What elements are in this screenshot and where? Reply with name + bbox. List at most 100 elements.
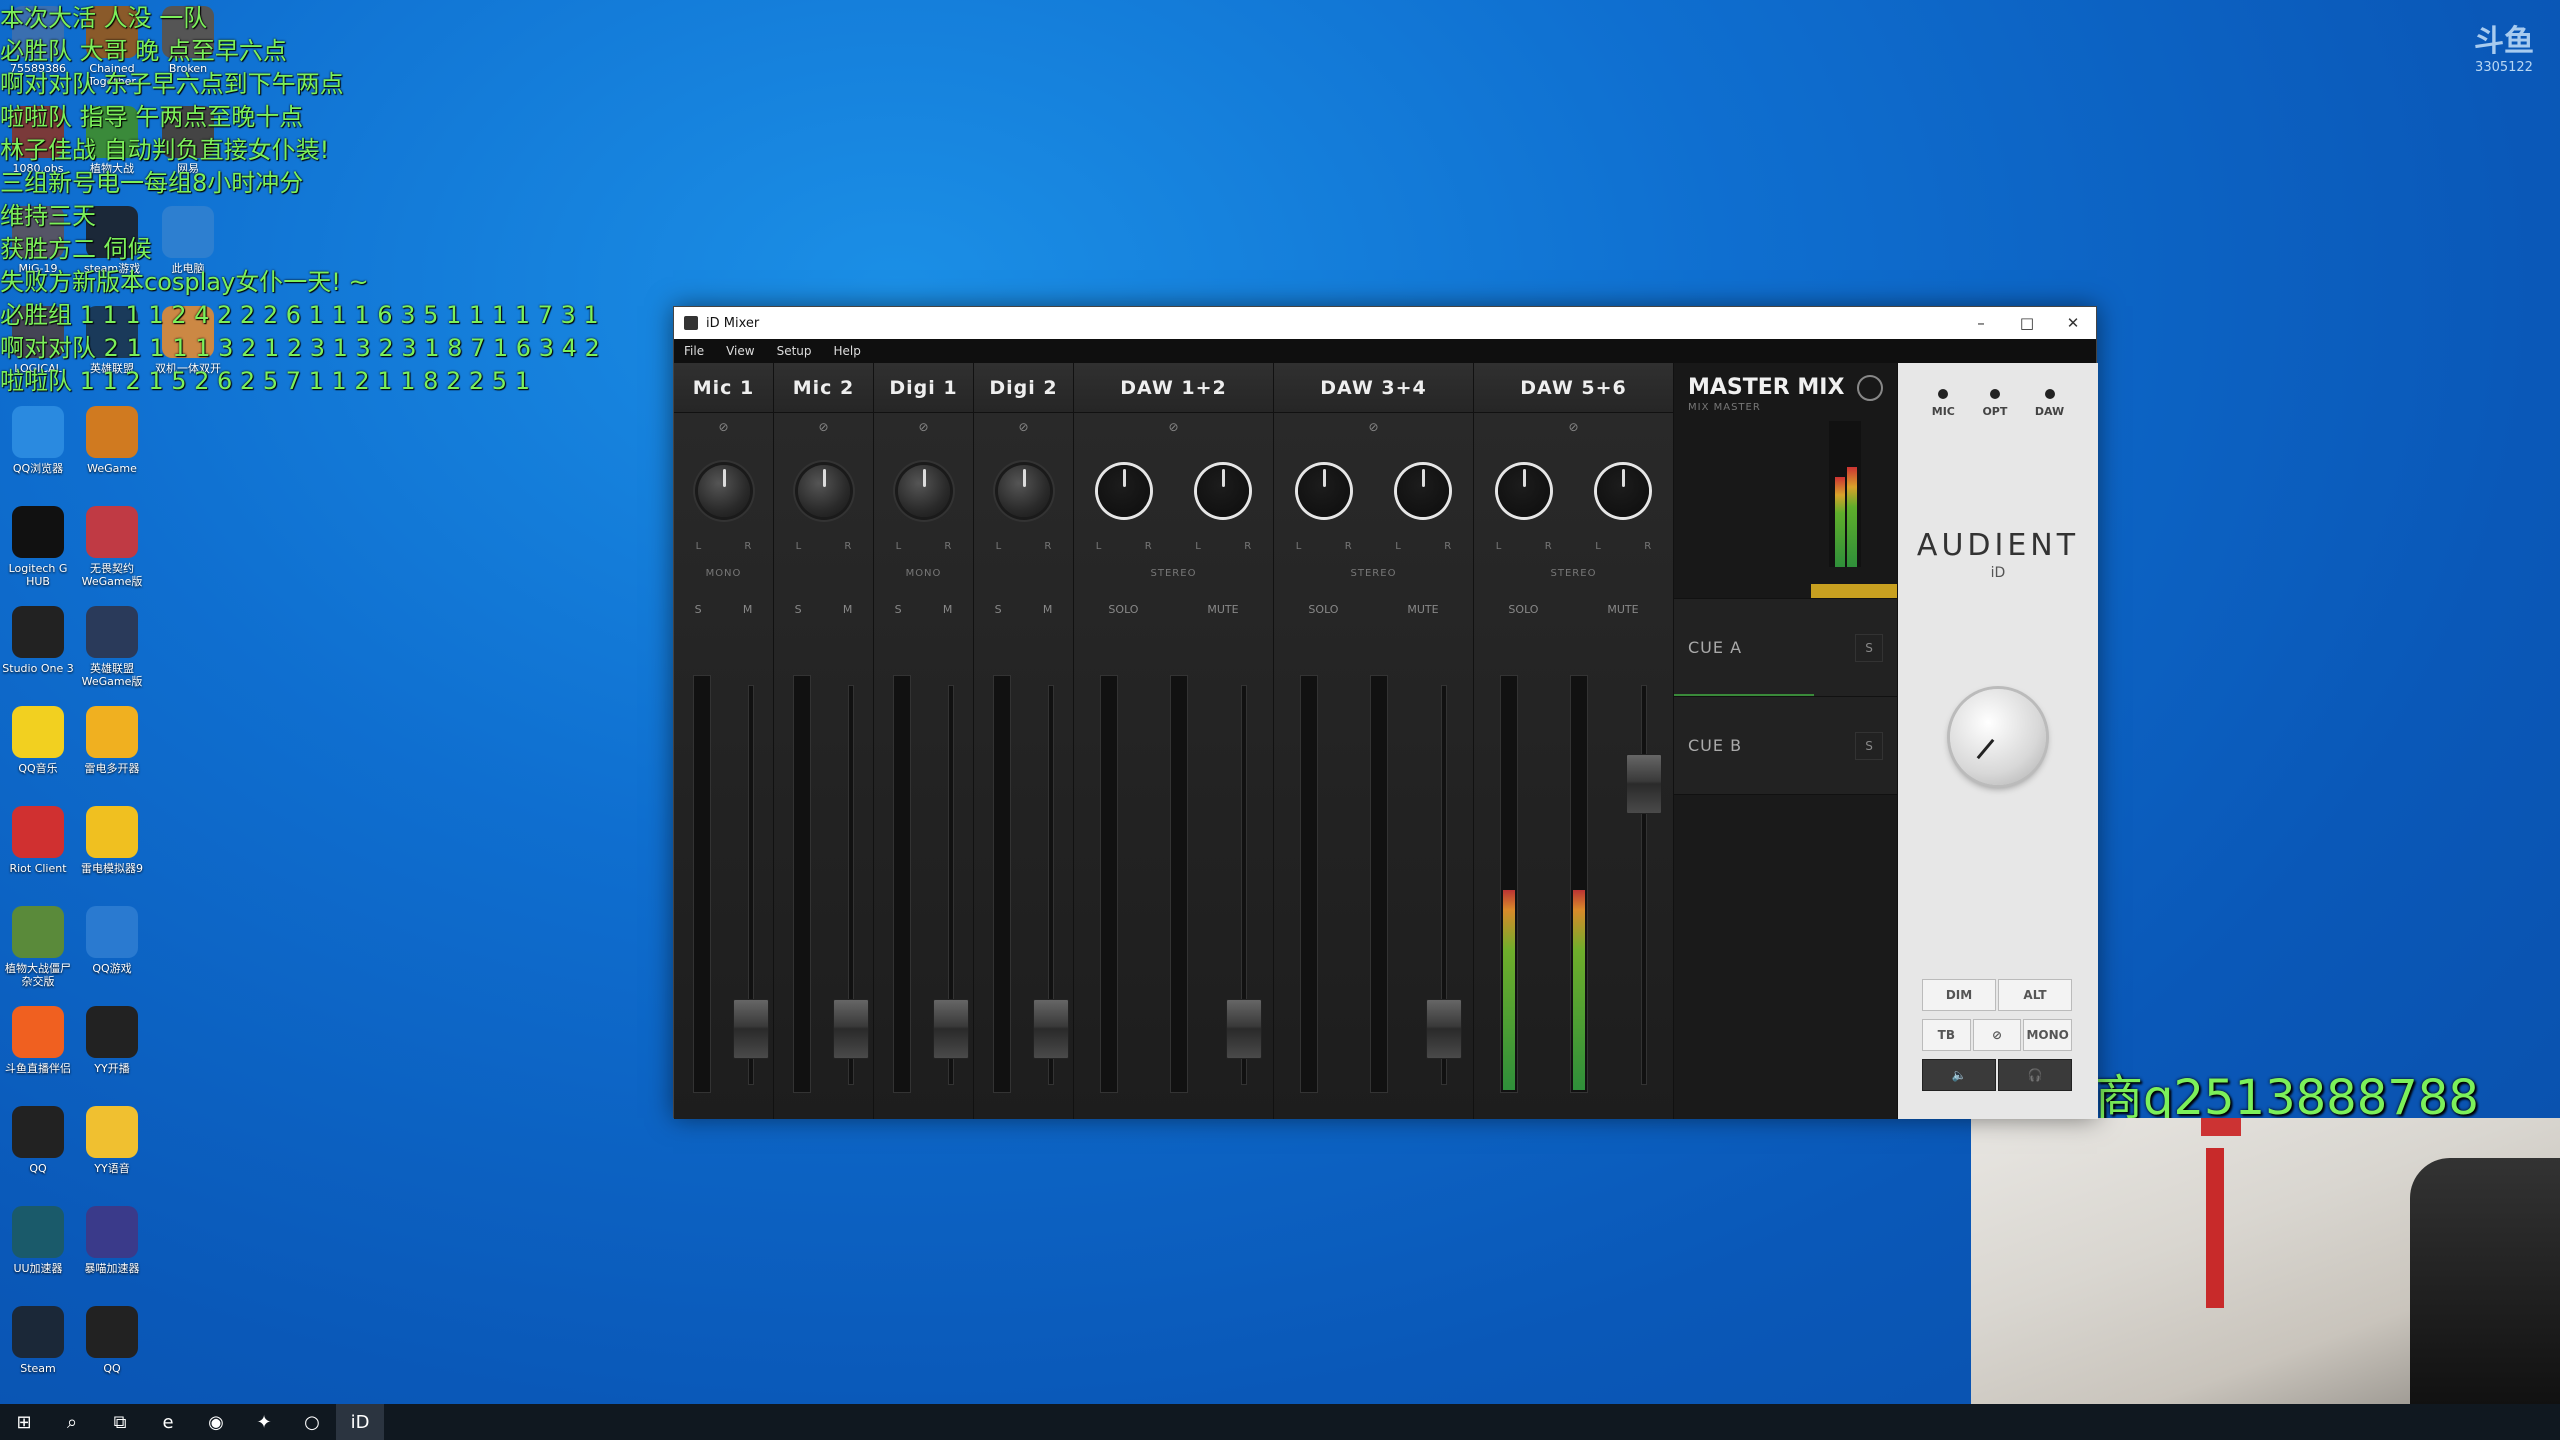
desktop-icon[interactable]: 雷电模拟器9 <box>74 806 150 875</box>
desktop-icon[interactable]: 斗鱼直播伴侣 <box>0 1006 76 1075</box>
mute-button[interactable]: M <box>835 599 861 620</box>
solo-button[interactable]: S <box>887 599 910 620</box>
solo-button[interactable]: SOLO <box>1300 599 1346 620</box>
polarity-icon[interactable]: ⊘ <box>1368 420 1378 434</box>
desktop-icon[interactable]: 雷电多开器 <box>74 706 150 775</box>
taskbar-item[interactable]: ⧉ <box>96 1404 144 1440</box>
channel-mode-label[interactable]: MONO <box>674 555 773 591</box>
pan-knob[interactable] <box>1197 465 1250 517</box>
channel-mode-label[interactable]: STEREO <box>1274 555 1473 591</box>
desktop-icon[interactable]: QQ音乐 <box>0 706 76 775</box>
taskbar-item[interactable]: ○ <box>288 1404 336 1440</box>
solo-button[interactable]: S <box>787 599 810 620</box>
desktop-icon[interactable]: UU加速器 <box>0 1206 76 1275</box>
solo-button[interactable]: SOLO <box>1100 599 1146 620</box>
taskbar-item[interactable]: ◉ <box>192 1404 240 1440</box>
fader-handle[interactable] <box>833 998 870 1059</box>
polarity-icon[interactable]: ⊘ <box>1018 420 1028 434</box>
solo-button[interactable]: SOLO <box>1500 599 1546 620</box>
headphones-icon[interactable]: 🎧 <box>1998 1059 2072 1091</box>
solo-button[interactable]: S <box>687 599 710 620</box>
pan-knob[interactable] <box>1597 465 1650 517</box>
start-button[interactable]: ⊞ <box>0 1404 48 1440</box>
fader-handle[interactable] <box>1225 998 1262 1059</box>
channel-mode-label[interactable]: STEREO <box>1474 555 1673 591</box>
fader-handle[interactable] <box>1625 754 1662 814</box>
menu-file[interactable]: File <box>684 344 704 358</box>
cue-a-solo-button[interactable]: S <box>1855 633 1883 662</box>
mute-button[interactable]: MUTE <box>1399 599 1446 620</box>
speaker-icon[interactable]: 🔈 <box>1922 1059 1996 1091</box>
id-mixer-window: iD Mixer – □ ✕ File View Setup Help Mic … <box>673 306 2098 1119</box>
pan-knob[interactable] <box>797 465 850 517</box>
polarity-icon[interactable]: ⊘ <box>918 420 928 434</box>
maximize-button[interactable]: □ <box>2004 307 2050 339</box>
pan-knob[interactable] <box>1497 465 1550 517</box>
menu-setup[interactable]: Setup <box>777 344 812 358</box>
polarity-icon[interactable]: ⊘ <box>818 420 828 434</box>
close-button[interactable]: ✕ <box>2050 307 2096 339</box>
mute-button[interactable]: M <box>1035 599 1061 620</box>
monitor-volume-knob[interactable] <box>1950 689 2046 785</box>
mute-button[interactable]: M <box>735 599 761 620</box>
talkback-button[interactable]: TB <box>1922 1019 1971 1051</box>
overlay-line: 必胜组 1 1 1 1 2 4 2 2 2 6 1 1 1 6 3 5 1 1 … <box>0 301 599 329</box>
polarity-button[interactable]: ⊘ <box>1972 1019 2022 1051</box>
cue-b[interactable]: CUE B S <box>1674 697 1897 795</box>
desktop-icon[interactable]: 无畏契约WeGame版 <box>74 506 150 588</box>
polarity-icon[interactable]: ⊘ <box>1568 420 1578 434</box>
cue-b-solo-button[interactable]: S <box>1855 731 1883 760</box>
pan-knob[interactable] <box>1397 465 1450 517</box>
pan-knob[interactable] <box>1297 465 1350 517</box>
alt-button[interactable]: ALT <box>1998 979 2072 1011</box>
desktop-icon[interactable]: QQ游戏 <box>74 906 150 975</box>
mute-button[interactable]: M <box>935 599 961 620</box>
cue-a[interactable]: CUE A S <box>1674 599 1897 697</box>
pan-knob[interactable] <box>697 465 750 517</box>
menu-view[interactable]: View <box>726 344 754 358</box>
mute-button[interactable]: MUTE <box>1599 599 1646 620</box>
solo-button[interactable]: S <box>987 599 1010 620</box>
pan-knob[interactable] <box>1097 465 1150 517</box>
window-titlebar[interactable]: iD Mixer – □ ✕ <box>674 307 2096 339</box>
desktop-icon[interactable]: QQ浏览器 <box>0 406 76 475</box>
pan-knob[interactable] <box>897 465 950 517</box>
fader-handle[interactable] <box>933 998 970 1059</box>
mute-button[interactable]: MUTE <box>1199 599 1246 620</box>
fader-handle[interactable] <box>733 998 770 1059</box>
desktop-icon[interactable]: QQ <box>74 1306 150 1375</box>
source-opt[interactable]: OPT <box>1982 389 2007 418</box>
desktop-icon[interactable]: Studio One 3 <box>0 606 76 675</box>
pan-knob[interactable] <box>997 465 1050 517</box>
desktop-icon[interactable]: 暴喵加速器 <box>74 1206 150 1275</box>
desktop-icon[interactable]: Logitech G HUB <box>0 506 76 588</box>
menu-help[interactable]: Help <box>834 344 861 358</box>
desktop-icon[interactable]: WeGame <box>74 406 150 475</box>
overlay-line: 啊对对队 2 1 1 1 1 3 2 1 2 3 1 3 2 3 1 8 7 1… <box>0 334 600 362</box>
desktop-icon[interactable]: YY语音 <box>74 1106 150 1175</box>
desktop-icon[interactable]: 英雄联盟WeGame版 <box>74 606 150 688</box>
fader-handle[interactable] <box>1425 998 1462 1059</box>
channel-mode-label[interactable] <box>774 555 873 591</box>
minimize-button[interactable]: – <box>1958 307 2004 339</box>
fader-handle[interactable] <box>1033 998 1070 1059</box>
source-mic[interactable]: MIC <box>1932 389 1955 418</box>
taskbar-item[interactable]: e <box>144 1404 192 1440</box>
channel-mode-label[interactable]: MONO <box>874 555 973 591</box>
polarity-icon[interactable]: ⊘ <box>1168 420 1178 434</box>
dim-button[interactable]: DIM <box>1922 979 1996 1011</box>
mono-button[interactable]: MONO <box>2023 1019 2073 1051</box>
taskbar-item[interactable]: iD <box>336 1404 384 1440</box>
taskbar-item[interactable]: ✦ <box>240 1404 288 1440</box>
desktop-icon[interactable]: Riot Client <box>0 806 76 875</box>
channel-mode-label[interactable] <box>974 555 1073 591</box>
channel-mode-label[interactable]: STEREO <box>1074 555 1273 591</box>
source-daw[interactable]: DAW <box>2035 389 2064 418</box>
polarity-icon[interactable]: ⊘ <box>718 420 728 434</box>
desktop-icon[interactable]: 植物大战僵尸杂交版 <box>0 906 76 988</box>
desktop-icon[interactable]: QQ <box>0 1106 76 1175</box>
link-icon[interactable] <box>1857 375 1883 401</box>
desktop-icon[interactable]: Steam <box>0 1306 76 1375</box>
desktop-icon[interactable]: YY开播 <box>74 1006 150 1075</box>
taskbar-item[interactable]: ⌕ <box>48 1404 96 1440</box>
